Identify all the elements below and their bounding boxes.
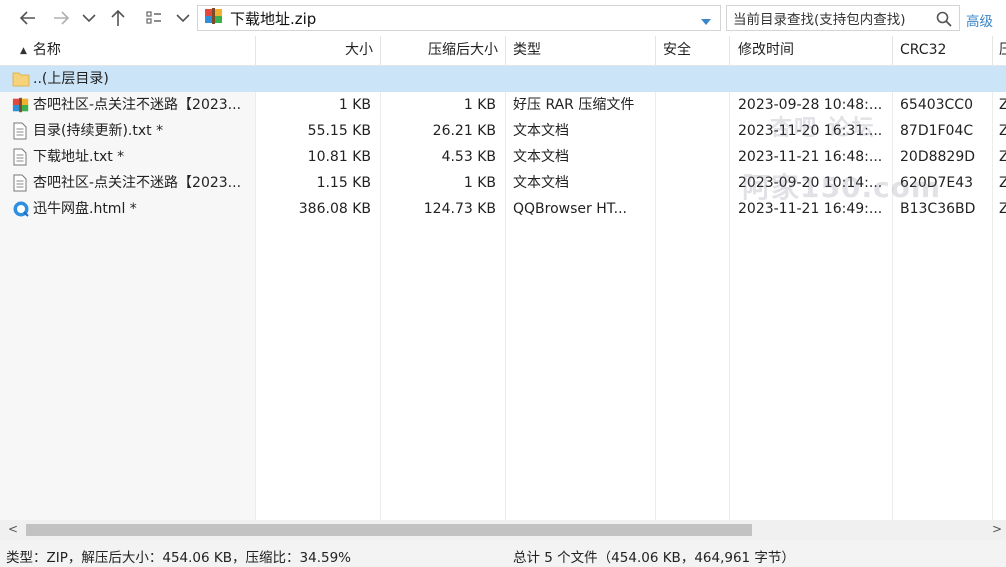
column-crc32[interactable]: CRC32	[900, 36, 990, 65]
scrollbar-thumb[interactable]	[26, 524, 752, 536]
column-name-label: 名称	[32, 42, 61, 58]
address-bar[interactable]: 下载地址.zip	[197, 5, 721, 31]
column-packed-size[interactable]: 压缩后大小	[381, 36, 498, 65]
file-type: 好压 RAR 压缩文件	[513, 97, 635, 113]
column-security[interactable]: 安全	[663, 36, 723, 65]
browser-html-icon	[12, 200, 30, 222]
forward-button[interactable]	[49, 6, 73, 30]
file-type: QQBrowser HT...	[513, 201, 627, 217]
file-name: 迅牛网盘.html *	[33, 201, 137, 217]
file-extra: Z	[999, 201, 1006, 217]
column-extra[interactable]: 压	[999, 36, 1006, 65]
file-extra: Z	[999, 175, 1006, 191]
file-packed-size: 1 KB	[463, 175, 496, 191]
file-size: 10.81 KB	[307, 149, 371, 165]
text-file-icon	[12, 122, 28, 144]
column-name[interactable]: ▲ 名称	[20, 36, 255, 65]
search-icon[interactable]	[935, 10, 953, 32]
chevron-down-icon	[82, 14, 96, 23]
file-security	[663, 118, 723, 144]
file-packed-size: 124.73 KB	[423, 201, 496, 217]
back-button[interactable]	[16, 6, 40, 30]
zip-archive-icon	[204, 7, 224, 29]
search-placeholder: 当前目录查找(支持包内查找)	[733, 12, 906, 28]
file-size: 1.15 KB	[316, 175, 371, 191]
text-file-icon	[12, 174, 28, 196]
scroll-left-arrow-icon[interactable]: <	[8, 522, 18, 536]
arrow-up-icon	[111, 9, 125, 26]
status-bar: 类型：ZIP，解压后大小：454.06 KB，压缩比：34.59% 总计 5 个…	[0, 540, 1006, 567]
rar-archive-icon	[12, 96, 30, 118]
file-extra: Z	[999, 123, 1006, 139]
file-name: 杏吧社区-点关注不迷路【2023...	[33, 175, 242, 191]
status-archive-info: 类型：ZIP，解压后大小：454.06 KB，压缩比：34.59%	[6, 550, 351, 566]
address-path: 下载地址.zip	[230, 9, 317, 28]
file-size: 55.15 KB	[307, 123, 371, 139]
advanced-search-link[interactable]: 高级	[966, 10, 993, 30]
history-dropdown-button[interactable]	[77, 6, 101, 30]
folder-icon	[12, 70, 30, 92]
toolbar: 下载地址.zip 当前目录查找(支持包内查找) 高级	[0, 0, 1006, 36]
file-packed-size: 1 KB	[463, 97, 496, 113]
column-type[interactable]: 类型	[513, 36, 653, 65]
file-type: 文本文档	[513, 149, 569, 165]
file-size: 386.08 KB	[298, 201, 371, 217]
column-modified[interactable]: 修改时间	[738, 36, 888, 65]
status-totals: 总计 5 个文件（454.06 KB，464,961 字节）	[513, 550, 795, 566]
column-size[interactable]: 大小	[256, 36, 373, 65]
column-header: ▲ 名称 大小 压缩后大小 类型 安全 修改时间 CRC32 压	[0, 36, 1006, 66]
file-crc32: 65403CC0	[900, 97, 973, 113]
arrow-right-icon	[54, 11, 70, 25]
file-size: 1 KB	[338, 97, 371, 113]
file-security	[663, 92, 723, 118]
file-name: 下载地址.txt *	[33, 149, 125, 165]
file-security	[663, 170, 723, 196]
parent-directory-label: ..(上层目录)	[33, 71, 109, 87]
sort-ascending-icon: ▲	[20, 46, 27, 56]
file-type: 文本文档	[513, 175, 569, 191]
file-security	[663, 144, 723, 170]
up-button[interactable]	[106, 6, 130, 30]
file-crc32: 87D1F04C	[900, 123, 974, 139]
address-dropdown-icon[interactable]	[700, 14, 712, 30]
file-packed-size: 26.21 KB	[432, 123, 496, 139]
file-name: 目录(持续更新).txt *	[33, 123, 164, 139]
horizontal-scrollbar[interactable]: < >	[0, 520, 1006, 540]
view-mode-dropdown[interactable]	[171, 6, 195, 30]
watermark-logo-text: 杏吧 论坛	[770, 116, 876, 141]
watermark-site-text: 阿家150.com	[742, 171, 942, 204]
file-list: ..(上层目录) 杏吧社区-点关注不迷路【2023... 1 KB 1 KB 好压 R…	[0, 66, 1006, 520]
file-packed-size: 4.53 KB	[441, 149, 496, 165]
file-security	[663, 196, 723, 222]
search-input[interactable]: 当前目录查找(支持包内查找)	[726, 5, 960, 31]
text-file-icon	[12, 148, 28, 170]
view-mode-button[interactable]	[142, 6, 166, 30]
file-name: 杏吧社区-点关注不迷路【2023...	[33, 97, 242, 113]
list-view-icon	[146, 11, 161, 24]
chevron-down-icon	[176, 14, 190, 23]
parent-directory-row[interactable]: ..(上层目录)	[0, 66, 1006, 92]
scroll-right-arrow-icon[interactable]: >	[992, 522, 1002, 536]
file-extra: Z	[999, 149, 1006, 165]
file-extra: Z	[999, 97, 1006, 113]
file-type: 文本文档	[513, 123, 569, 139]
arrow-left-icon	[19, 11, 35, 25]
